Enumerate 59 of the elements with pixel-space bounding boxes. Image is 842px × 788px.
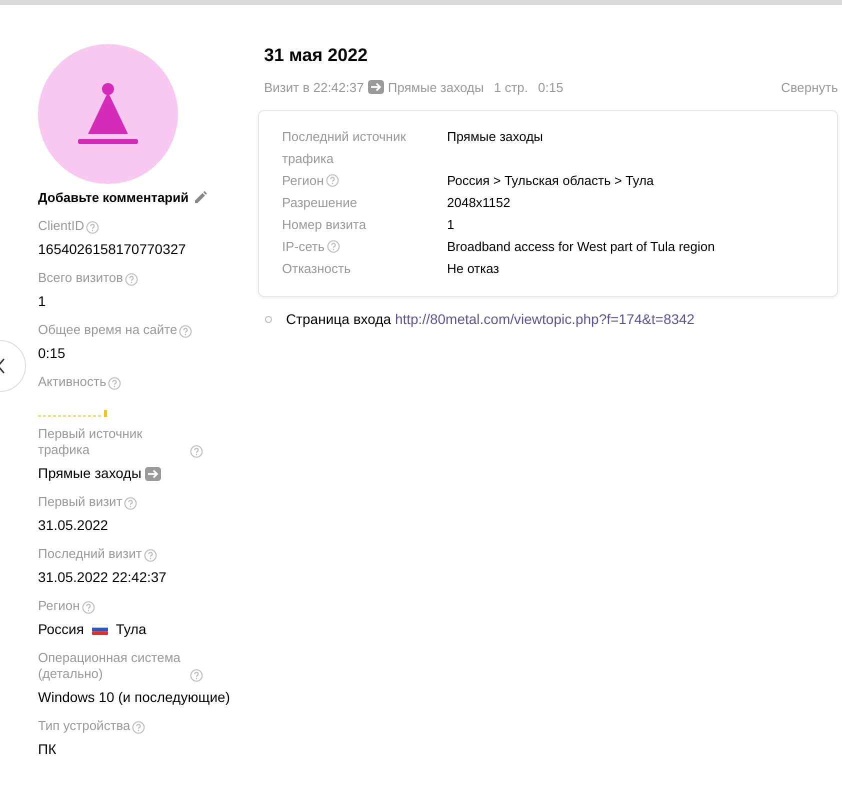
field-label: Тип устройства xyxy=(38,718,130,734)
field-value: 1654026158170770327 xyxy=(38,241,186,258)
detail-label: Отказность xyxy=(282,261,351,276)
entry-page-text: Страница входа http://80metal.com/viewtopic.php?f=174&t=8342 xyxy=(286,311,695,327)
field-label: Активность xyxy=(38,374,106,390)
visit-duration: 0:15 xyxy=(538,80,564,94)
field-label: Первый визит xyxy=(38,494,122,510)
field-value: 0:15 xyxy=(38,345,66,362)
gnome-hat-icon xyxy=(78,83,138,145)
bullet-icon xyxy=(265,316,272,322)
detail-value: 1 xyxy=(447,217,454,232)
help-icon[interactable] xyxy=(190,445,203,458)
help-icon[interactable] xyxy=(190,669,203,682)
field-value: Прямые заходы xyxy=(38,465,142,482)
field-label: Регион xyxy=(38,598,80,614)
help-icon[interactable] xyxy=(326,174,339,187)
help-icon[interactable] xyxy=(82,601,95,614)
field-label: Первый источник трафика xyxy=(38,426,144,458)
arrow-right-icon xyxy=(368,80,384,94)
field-value: 31.05.2022 xyxy=(38,517,108,534)
detail-label: Номер визита xyxy=(282,217,366,232)
field-value: ПК xyxy=(38,741,56,758)
field-label: ClientID xyxy=(38,218,84,234)
detail-value: Россия > Тульская область > Тула xyxy=(447,173,654,188)
field-label: Операционная система (детально) xyxy=(38,650,182,682)
help-icon[interactable] xyxy=(132,721,146,734)
field-value: Тула xyxy=(116,621,146,638)
field-value: Windows 10 (и последующие) xyxy=(38,689,230,706)
flag-icon xyxy=(92,624,108,635)
visit-date-heading: 31 мая 2022 xyxy=(264,44,369,66)
field-label: Общее время на сайте xyxy=(38,322,178,338)
visit-time: Визит в 22:42:37 xyxy=(264,80,364,94)
help-icon[interactable] xyxy=(125,273,138,286)
pencil-icon[interactable] xyxy=(194,191,207,203)
detail-value: Broadband access for West part of Tula region xyxy=(447,239,715,254)
help-icon[interactable] xyxy=(179,325,192,338)
detail-value: 2048x1152 xyxy=(447,195,510,210)
activity-timeline-drawing xyxy=(38,409,108,417)
field-label: Всего визитов xyxy=(38,270,124,286)
detail-label: IP-сеть xyxy=(282,239,325,254)
detail-label: Последний источник трафика xyxy=(282,129,406,166)
field-value: Россия xyxy=(38,621,84,638)
help-icon[interactable] xyxy=(86,221,100,234)
detail-value: Прямые заходы xyxy=(447,129,544,144)
arrow-right-icon xyxy=(145,466,162,480)
field-value: 31.05.2022 22:42:37 xyxy=(38,569,166,586)
detail-value: Не отказ xyxy=(447,261,500,276)
entry-page-link[interactable]: http://80metal.com/viewtopic.php?f=174&t=8342 xyxy=(394,311,695,327)
visit-source: Прямые заходы xyxy=(388,80,484,94)
help-icon[interactable] xyxy=(124,497,138,510)
field-value: 1 xyxy=(38,293,46,310)
help-icon[interactable] xyxy=(326,240,340,253)
detail-label: Регион xyxy=(282,173,324,188)
page-count: 1 стр. xyxy=(494,80,528,94)
field-label: Последний визит xyxy=(38,546,142,562)
detail-label: Разрешение xyxy=(282,195,358,210)
help-icon[interactable] xyxy=(108,377,122,390)
help-icon[interactable] xyxy=(144,549,157,562)
comment-title[interactable]: Добавьте комментарий xyxy=(38,190,189,204)
